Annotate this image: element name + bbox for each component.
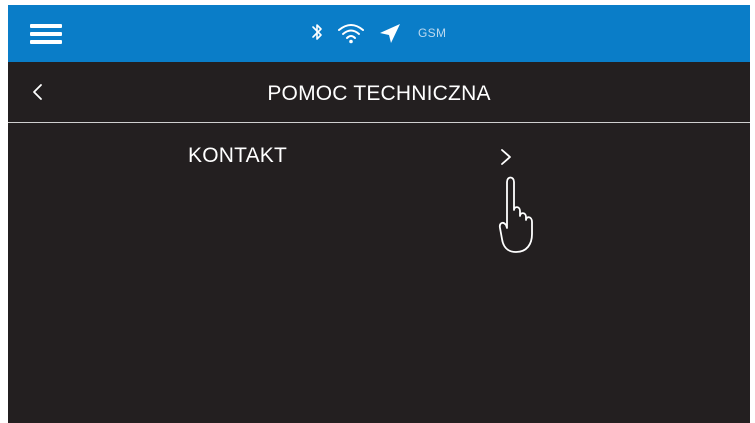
location-arrow-icon: [380, 24, 400, 43]
menu-icon-bar-middle: [30, 32, 62, 36]
page-title: POMOC TECHNICZNA: [267, 82, 491, 105]
menu-item-kontakt[interactable]: KONTAKT: [8, 123, 750, 189]
gsm-label: GSM: [418, 26, 447, 40]
title-bar: POMOC TECHNICZNA: [8, 62, 750, 123]
menu-item-label: KONTAKT: [188, 144, 288, 167]
status-bar: GSM: [8, 5, 750, 62]
device-screen: GSM POMOC TECHNICZNA KONTAKT: [8, 5, 750, 423]
menu-icon-bar-top: [30, 24, 62, 28]
bluetooth-icon: [312, 24, 322, 40]
menu-button[interactable]: [30, 22, 64, 46]
chevron-right-icon: [501, 149, 511, 165]
menu-icon-bar-bottom: [30, 40, 62, 44]
wifi-icon: [338, 24, 364, 44]
pointing-hand-icon: [498, 176, 533, 253]
